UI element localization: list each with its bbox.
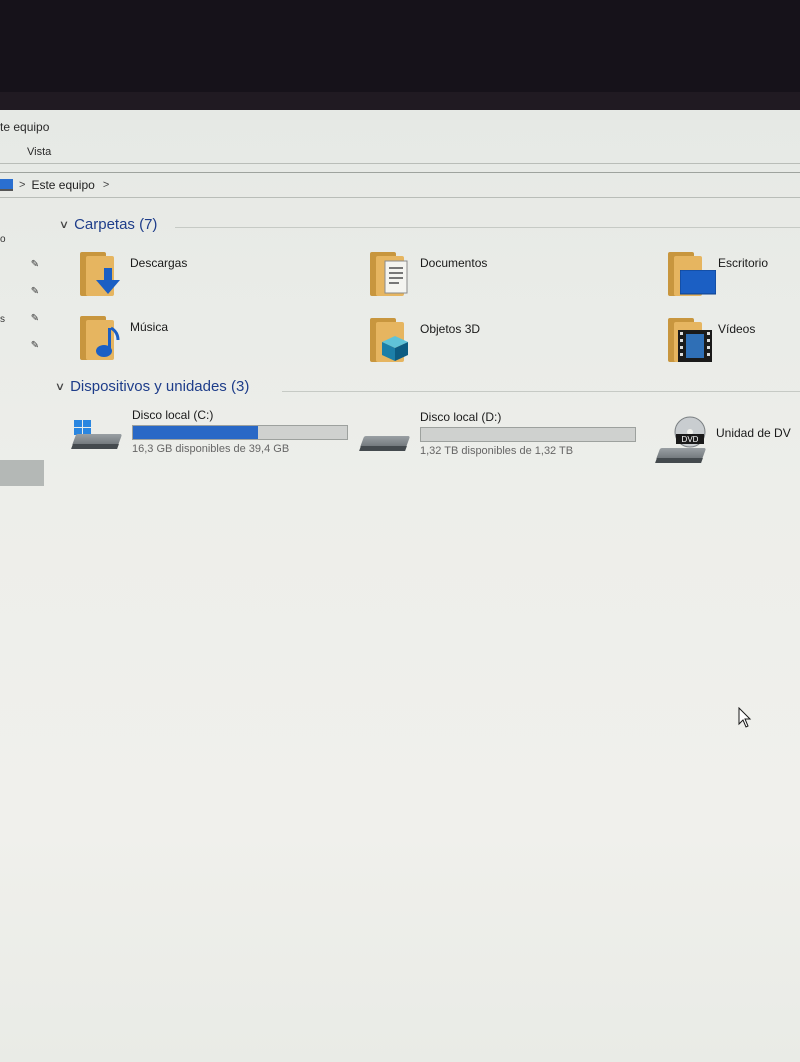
drive-usage-bar <box>420 427 636 442</box>
mouse-cursor-icon <box>738 707 752 728</box>
downloads-folder-icon <box>80 250 120 298</box>
documents-folder-icon <box>370 250 408 298</box>
folder-escritorio[interactable]: Escritorio <box>668 250 768 298</box>
address-bar-bottom-border <box>0 197 800 198</box>
devices-section-title: Dispositivos y unidades (3) <box>70 378 250 395</box>
chevron-down-icon[interactable]: ∨ <box>59 218 69 231</box>
3d-objects-folder-icon <box>370 316 408 364</box>
windows-drive-icon <box>71 420 124 452</box>
drive-label: Disco local (C:) <box>132 408 214 422</box>
folder-label: Escritorio <box>718 256 769 270</box>
drive-c[interactable]: Disco local (C:) 16,3 GB disponibles de … <box>71 408 348 455</box>
folder-documentos[interactable]: Documentos <box>370 250 487 298</box>
pin-icon[interactable]: ✎ <box>30 314 40 324</box>
folder-label: Objetos 3D <box>420 322 481 336</box>
folders-section-header[interactable]: ∨ Carpetas (7) <box>59 216 158 233</box>
dvd-drive-icon: DVD <box>655 416 708 464</box>
pin-icon[interactable]: ✎ <box>30 341 40 351</box>
folder-label: Descargas <box>130 256 188 270</box>
folder-objetos-3d[interactable]: Objetos 3D <box>370 316 480 364</box>
ribbon-divider <box>0 163 800 164</box>
drive-free-space: 1,32 TB disponibles de 1,32 TB <box>420 445 574 457</box>
folder-label: Documentos <box>420 256 488 270</box>
ribbon-tab-vista[interactable]: Vista <box>27 146 51 158</box>
monitor-bezel-edge <box>0 92 800 110</box>
window-title: te equipo <box>0 120 50 134</box>
drive-usage-bar <box>132 425 348 440</box>
breadcrumb-este-equipo[interactable]: Este equipo <box>31 178 94 192</box>
videos-folder-icon <box>668 316 712 364</box>
drive-label: Disco local (D:) <box>420 410 502 424</box>
folder-musica[interactable]: Música <box>80 314 168 362</box>
chevron-right-icon[interactable]: > <box>103 179 109 191</box>
devices-section-header[interactable]: ∨ Dispositivos y unidades (3) <box>55 378 250 395</box>
nav-item-fragment[interactable]: o <box>0 234 6 245</box>
navigation-pane: o ✎ ✎ s ✎ ✎ <box>0 200 48 600</box>
drive-usage-fill <box>133 426 259 439</box>
drive-free-space: 16,3 GB disponibles de 39,4 GB <box>132 443 290 455</box>
hard-drive-icon <box>359 422 412 454</box>
chevron-right-icon[interactable]: > <box>19 179 25 191</box>
desktop-folder-icon <box>668 250 716 298</box>
folder-label: Música <box>130 320 169 334</box>
chevron-down-icon[interactable]: ∨ <box>55 380 65 393</box>
file-explorer-window: te equipo Vista > Este equipo > o ✎ ✎ s … <box>0 110 800 1062</box>
nav-item-fragment[interactable]: s <box>0 314 5 325</box>
drive-label: Unidad de DV <box>716 426 791 440</box>
drive-d[interactable]: Disco local (D:) 1,32 TB disponibles de … <box>359 410 636 457</box>
section-divider <box>175 227 800 228</box>
nav-item-selected[interactable] <box>0 460 44 486</box>
this-pc-icon[interactable] <box>0 179 13 191</box>
pin-icon[interactable]: ✎ <box>30 287 40 297</box>
folder-descargas[interactable]: Descargas <box>80 250 187 298</box>
music-folder-icon <box>80 314 120 362</box>
pin-icon[interactable]: ✎ <box>30 260 40 270</box>
dvd-badge: DVD <box>682 435 699 444</box>
address-bar[interactable]: > Este equipo > <box>0 173 800 197</box>
folder-videos[interactable]: Vídeos <box>668 316 755 364</box>
folder-label: Vídeos <box>718 322 756 336</box>
folders-section-title: Carpetas (7) <box>74 216 158 233</box>
drive-dvd[interactable]: DVD Unidad de DV <box>655 416 791 464</box>
section-divider <box>282 391 800 392</box>
